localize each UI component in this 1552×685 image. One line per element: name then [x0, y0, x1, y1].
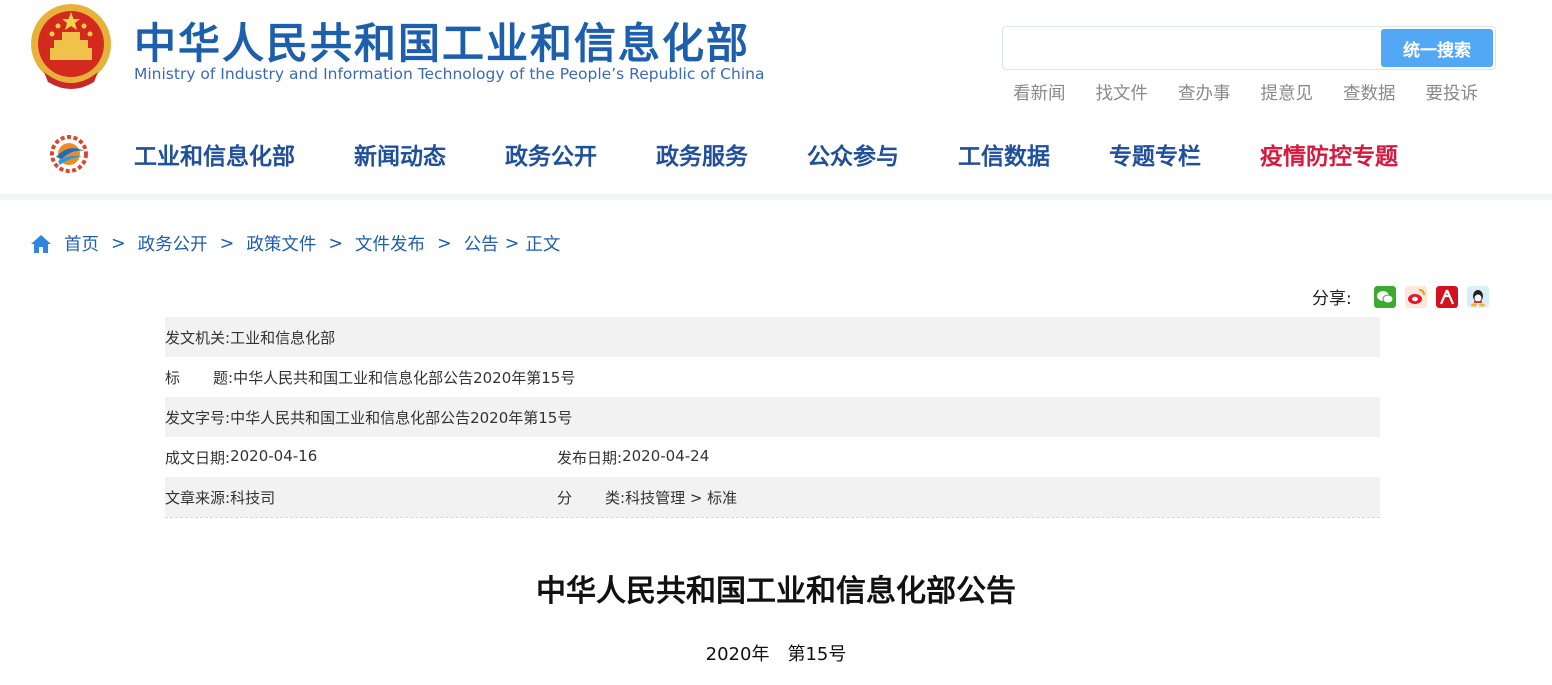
share-bar: 分享:: [1312, 284, 1489, 309]
category-cell: 分 类: 科技管理 > 标准: [557, 487, 737, 508]
breadcrumb-publications[interactable]: 文件发布: [355, 231, 425, 256]
breadcrumb-announcement[interactable]: 公告: [464, 231, 499, 256]
quick-links: 看新闻 找文件 查办事 提意见 查数据 要投诉: [1013, 80, 1478, 105]
issuer-value: 工业和信息化部: [230, 328, 336, 347]
main-nav: 工业和信息化部 新闻动态 政务公开 政务服务 公众参与 工信数据 专题专栏 疫情…: [48, 134, 1398, 174]
info-row-title: 标 题: 中华人民共和国工业和信息化部公告2020年第15号: [165, 357, 1380, 397]
miit-logo-icon[interactable]: [48, 135, 90, 173]
breadcrumb-separator: >: [437, 233, 452, 254]
category-label-a: 分: [557, 488, 573, 507]
article-title: 中华人民共和国工业和信息化部公告: [536, 574, 1016, 609]
qq-icon[interactable]: [1466, 285, 1489, 308]
share-label: 分享:: [1312, 289, 1352, 309]
doc-number-value: 中华人民共和国工业和信息化部公告2020年第15号: [230, 408, 573, 427]
quick-link-news[interactable]: 看新闻: [1013, 80, 1066, 105]
weibo-icon[interactable]: [1404, 285, 1427, 308]
quick-link-files[interactable]: 找文件: [1096, 80, 1149, 105]
nav-item-topics[interactable]: 专题专栏: [1109, 137, 1201, 171]
created-date-value: 2020-04-16: [230, 446, 318, 465]
info-row-dates: 成文日期: 2020-04-16 发布日期: 2020-04-24: [165, 437, 1380, 477]
home-icon[interactable]: [30, 234, 52, 254]
nav-item-data[interactable]: 工信数据: [958, 137, 1050, 171]
title-label-b: 题:: [213, 368, 234, 387]
published-date-label: 发布日期:: [557, 448, 623, 467]
article-subtitle: 2020年 第15号: [705, 644, 847, 665]
nav-item-public[interactable]: 公众参与: [807, 137, 899, 171]
wechat-icon[interactable]: [1373, 285, 1396, 308]
created-date-label: 成文日期:: [165, 448, 231, 467]
breadcrumb-separator: >: [219, 233, 235, 254]
info-row-issuer: 发文机关: 工业和信息化部: [165, 317, 1380, 357]
breadcrumb-separator: >: [111, 233, 126, 254]
nav-item-miit[interactable]: 工业和信息化部: [134, 137, 295, 171]
breadcrumb-home[interactable]: 首页: [64, 231, 99, 256]
nav-item-gov-services[interactable]: 政务服务: [656, 137, 748, 171]
renren-icon[interactable]: [1435, 285, 1458, 308]
quick-link-feedback[interactable]: 提意见: [1261, 80, 1314, 105]
published-date-value: 2020-04-24: [622, 446, 710, 465]
created-date-cell: 成文日期: 2020-04-16: [165, 447, 557, 468]
nav-item-news[interactable]: 新闻动态: [354, 137, 446, 171]
title-value: 中华人民共和国工业和信息化部公告2020年第15号: [233, 368, 576, 387]
nav-item-gov-affairs[interactable]: 政务公开: [505, 137, 597, 171]
search-box: 统一搜索: [1002, 26, 1496, 70]
quick-link-data[interactable]: 查数据: [1343, 80, 1396, 105]
category-value: 科技管理 > 标准: [625, 488, 738, 507]
issuer-label: 发文机关:: [165, 328, 231, 347]
quick-link-services[interactable]: 查办事: [1178, 80, 1231, 105]
breadcrumb-separator: >: [328, 233, 344, 254]
published-date-cell: 发布日期: 2020-04-24: [557, 447, 709, 468]
source-value: 科技司: [230, 488, 276, 507]
breadcrumb-gov-affairs[interactable]: 政务公开: [138, 231, 208, 256]
nav-item-epidemic[interactable]: 疫情防控专题: [1260, 137, 1398, 171]
source-cell: 文章来源: 科技司: [165, 487, 557, 508]
source-label: 文章来源:: [165, 488, 231, 507]
breadcrumb-policy[interactable]: 政策文件: [246, 231, 316, 256]
search-input[interactable]: [1005, 29, 1381, 67]
quick-link-complaint[interactable]: 要投诉: [1426, 80, 1479, 105]
info-row-doc-number: 发文字号: 中华人民共和国工业和信息化部公告2020年第15号: [165, 397, 1380, 437]
search-button[interactable]: 统一搜索: [1381, 29, 1493, 67]
breadcrumb-current: 正文: [525, 235, 561, 255]
site-subtitle: Ministry of Industry and Information Tec…: [134, 65, 765, 83]
info-row-source: 文章来源: 科技司 分 类: 科技管理 > 标准: [165, 477, 1380, 517]
title-label-a: 标: [165, 368, 181, 387]
doc-number-label: 发文字号:: [165, 408, 231, 427]
site-title[interactable]: 中华人民共和国工业和信息化部: [134, 10, 750, 71]
national-emblem-icon[interactable]: [28, 2, 114, 92]
site-header: 中华人民共和国工业和信息化部 Ministry of Industry and …: [0, 0, 1552, 200]
document-info-table: 发文机关: 工业和信息化部 标 题: 中华人民共和国工业和信息化部公告2020年…: [165, 317, 1380, 518]
category-label-b: 类:: [605, 488, 626, 507]
breadcrumb: 首页 > 政务公开 > 政策文件 > 文件发布 > 公告 > 正文: [30, 231, 560, 256]
breadcrumb-separator: >: [504, 233, 520, 254]
